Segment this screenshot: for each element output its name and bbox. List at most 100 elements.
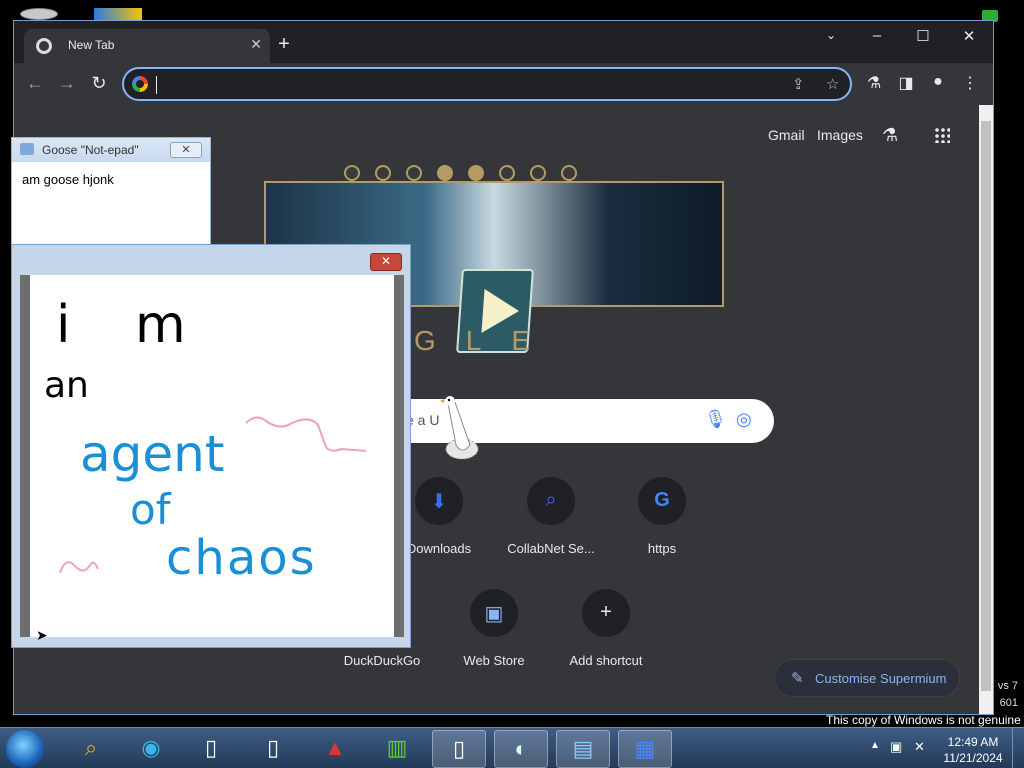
shortcut-collabnet[interactable]: ⌕ CollabNet Se...: [496, 477, 606, 556]
tab-strip: New Tab ✕ + ⌄ – ☐ ✕: [14, 21, 993, 63]
google-lens-icon[interactable]: ◎: [736, 409, 752, 430]
moon-icon: [375, 165, 391, 181]
shortcut-https[interactable]: G https: [607, 477, 717, 556]
goose-paint-window[interactable]: ✕ i m an agent of chaos: [11, 244, 411, 648]
clock-date: 11/21/2024: [943, 751, 1003, 765]
profile-icon[interactable]: ●: [927, 73, 949, 91]
text-cursor: [156, 76, 157, 94]
notepad-title: Goose "Not-epad": [42, 143, 139, 157]
recycle-bin-icon[interactable]: [20, 8, 58, 20]
network-icon[interactable]: ▣: [890, 739, 902, 755]
minimize-button[interactable]: –: [862, 27, 892, 44]
maximize-button[interactable]: ☐: [908, 27, 938, 45]
moon-phase-row: [344, 165, 644, 181]
customise-button[interactable]: ✎ Customise Supermium: [774, 659, 960, 697]
moon-icon: [499, 165, 515, 181]
taskbar: ⌕ ◉ ▯ ▯ ▲ ▥ ▯ ◐ ▤ ▦ ▲ ▣ ✕ 12:49 AM 11/21…: [0, 727, 1024, 768]
notepad-titlebar[interactable]: Goose "Not-epad" ✕: [12, 138, 210, 162]
edge-icon: ◉: [141, 735, 161, 760]
notepad-close-button[interactable]: ✕: [170, 142, 202, 158]
moon-icon: [406, 165, 422, 181]
desktop-watermark-line1: vs 7: [997, 680, 1018, 692]
toolbar: ← → ↻ ⇪ ☆ ⚗ ◨ ● ⋮: [14, 63, 993, 105]
doodle-letters: GLE: [414, 325, 561, 356]
goose-icon: ◐: [514, 736, 528, 761]
drawn-scribbles: [59, 416, 367, 574]
back-button[interactable]: ←: [24, 73, 46, 94]
show-hidden-icons-button[interactable]: ▲: [870, 740, 880, 751]
google-g-icon: [132, 76, 148, 92]
taskbar-red-app[interactable]: ▲: [308, 730, 362, 768]
magnifier-icon: ⌕: [84, 735, 98, 760]
reload-button[interactable]: ↻: [88, 73, 110, 94]
shortcut-web-store[interactable]: ▣ Web Store: [439, 589, 549, 668]
google-apps-icon[interactable]: [934, 127, 950, 143]
notepad-text[interactable]: am goose hjonk: [22, 172, 114, 187]
download-bird-icon: ⬇: [430, 491, 448, 513]
notepad-icon: [20, 143, 34, 155]
taskbar-search-app[interactable]: ⌕: [64, 730, 118, 768]
share-icon[interactable]: ⇪: [792, 75, 805, 93]
start-button[interactable]: [6, 730, 44, 768]
taskbar-edge[interactable]: ◉: [124, 730, 178, 768]
tab-new-tab[interactable]: New Tab ✕: [24, 29, 270, 63]
shortcut-label: Add shortcut: [569, 653, 643, 668]
labs-flask-icon[interactable]: ⚗: [882, 125, 898, 146]
web-store-icon: ▣: [484, 603, 504, 625]
shortcut-label: https: [647, 541, 677, 556]
gmail-link[interactable]: Gmail: [768, 127, 805, 143]
taskbar-notepad[interactable]: ▯: [432, 730, 486, 768]
shortcut-icon-circle: +: [582, 589, 630, 637]
side-panel-icon[interactable]: ◨: [895, 73, 917, 93]
tab-search-chevron-icon[interactable]: ⌄: [816, 28, 846, 42]
microphone-icon[interactable]: 🎙: [704, 409, 727, 430]
volume-muted-icon[interactable]: ✕: [914, 739, 925, 755]
shortcut-icon-circle: ⌕: [527, 477, 575, 525]
moon-icon: [530, 165, 546, 181]
clock-time: 12:49 AM: [947, 735, 999, 749]
shortcut-label: Web Store: [463, 653, 525, 668]
chrome-icon: [36, 38, 52, 54]
shortcut-icon-circle: ⬇: [415, 477, 463, 525]
taskbar-file-1[interactable]: ▯: [184, 730, 238, 768]
mouse-cursor-icon: ➤: [36, 627, 48, 643]
images-link[interactable]: Images: [817, 127, 863, 143]
pencil-icon: ✎: [791, 670, 804, 687]
search-magnifier-icon: ⌕: [545, 489, 557, 511]
moon-icon: [561, 165, 577, 181]
desktop-app-icon[interactable]: [94, 8, 142, 20]
taskbar-chart-app[interactable]: ▥: [370, 730, 424, 768]
forward-button[interactable]: →: [56, 73, 78, 94]
drawing-canvas[interactable]: i m an agent of chaos: [20, 275, 404, 637]
taskbar-goose[interactable]: ◐: [494, 730, 548, 768]
windows-genuine-notice: This copy of Windows is not genuine: [826, 713, 1021, 727]
shortcut-icon-circle: G: [638, 477, 686, 525]
moon-icon: [437, 165, 453, 181]
bookmark-star-icon[interactable]: ☆: [826, 75, 839, 93]
desktop-goose[interactable]: [440, 393, 484, 463]
address-bar[interactable]: ⇪ ☆: [122, 67, 852, 101]
search-placeholder: e a U: [406, 412, 440, 428]
scrollbar[interactable]: [979, 105, 993, 714]
document-icon: ▯: [266, 735, 280, 760]
document-icon: ▯: [204, 735, 218, 760]
shortcut-label: CollabNet Se...: [507, 541, 595, 556]
add-shortcut-button[interactable]: + Add shortcut: [551, 589, 661, 668]
supermium-icon: ▦: [634, 736, 656, 761]
customise-label: Customise Supermium: [815, 671, 947, 686]
new-tab-button[interactable]: +: [272, 33, 296, 56]
close-icon[interactable]: ✕: [250, 36, 262, 53]
red-box-icon: ▲: [324, 735, 346, 760]
show-desktop-button[interactable]: [1012, 728, 1024, 768]
paint-close-button[interactable]: ✕: [370, 253, 402, 271]
menu-kebab-icon[interactable]: ⋮: [959, 73, 981, 93]
taskbar-supermium[interactable]: ▦: [618, 730, 672, 768]
shortcut-icon-circle: ▣: [470, 589, 518, 637]
close-window-button[interactable]: ✕: [954, 27, 984, 45]
taskbar-file-2[interactable]: ▯: [246, 730, 300, 768]
labs-flask-icon[interactable]: ⚗: [863, 73, 885, 93]
desktop-watermark-line2: 601: [999, 697, 1018, 709]
scrollbar-thumb[interactable]: [981, 121, 991, 691]
system-clock[interactable]: 12:49 AM 11/21/2024: [940, 734, 1006, 766]
taskbar-control-panel[interactable]: ▤: [556, 730, 610, 768]
